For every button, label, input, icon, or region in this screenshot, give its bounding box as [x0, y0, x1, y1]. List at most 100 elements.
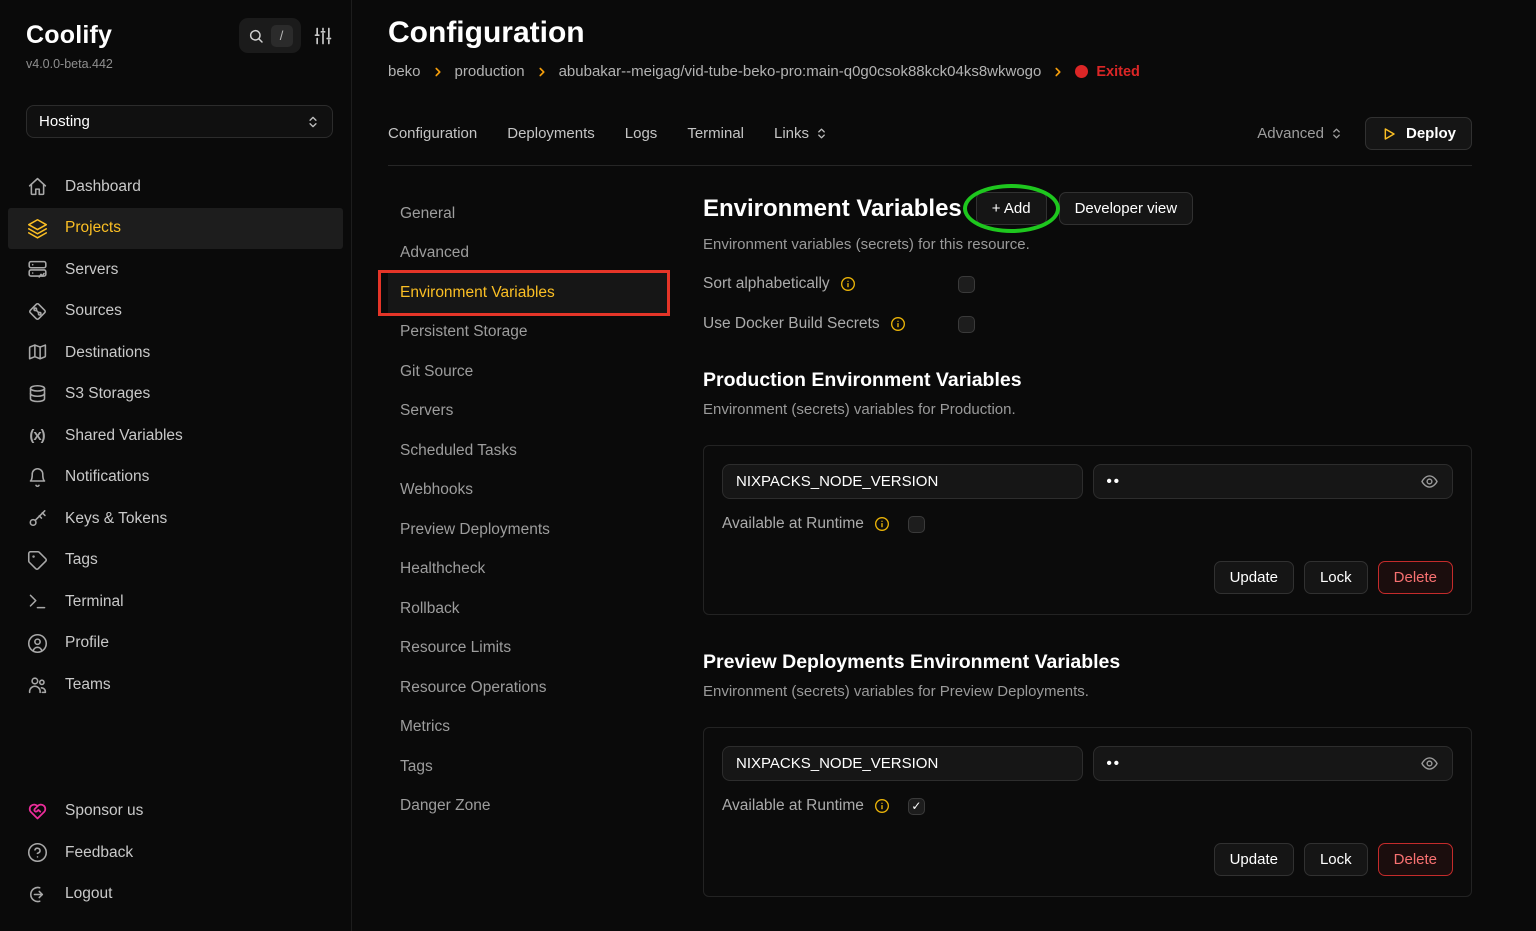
delete-button[interactable]: Delete	[1378, 561, 1453, 594]
runtime-row: Available at Runtime	[722, 515, 1453, 533]
sidebar-item-tags[interactable]: Tags	[8, 540, 343, 582]
env-var-card-production: NIXPACKS_NODE_VERSION •• Available at Ru…	[703, 445, 1472, 615]
update-button[interactable]: Update	[1214, 843, 1294, 876]
users-icon	[26, 674, 48, 695]
tab-links[interactable]: Links	[774, 125, 828, 142]
sidebar-item-projects[interactable]: Projects	[8, 208, 343, 250]
sidebar-item-s3-storages[interactable]: S3 Storages	[8, 374, 343, 416]
slash-key-badge: /	[271, 25, 293, 47]
info-icon	[874, 516, 890, 532]
sidebar-item-destinations[interactable]: Destinations	[8, 332, 343, 374]
sidebar-item-shared-variables[interactable]: (x) Shared Variables	[8, 415, 343, 457]
breadcrumb-resource[interactable]: abubakar--meigag/vid-tube-beko-pro:main-…	[559, 63, 1042, 80]
submenu-item-persistent-storage[interactable]: Persistent Storage	[388, 313, 668, 353]
submenu-item-rollback[interactable]: Rollback	[388, 589, 668, 629]
sidebar-item-servers[interactable]: Servers	[8, 249, 343, 291]
logo-row: Coolify /	[0, 18, 351, 53]
lock-button[interactable]: Lock	[1304, 843, 1368, 876]
panel-header: Environment Variables + Add Developer vi…	[703, 192, 1472, 225]
sidebar-item-terminal[interactable]: Terminal	[8, 581, 343, 623]
variable-icon: (x)	[26, 427, 48, 444]
breadcrumb-team[interactable]: beko	[388, 63, 421, 80]
update-button[interactable]: Update	[1214, 561, 1294, 594]
submenu-item-advanced[interactable]: Advanced	[388, 234, 668, 274]
submenu-item-preview-deployments[interactable]: Preview Deployments	[388, 510, 668, 550]
submenu-item-resource-limits[interactable]: Resource Limits	[388, 629, 668, 669]
card-actions: Update Lock Delete	[722, 561, 1453, 594]
sidebar-item-logout[interactable]: Logout	[8, 874, 343, 916]
submenu-item-servers[interactable]: Servers	[388, 392, 668, 432]
developer-view-button[interactable]: Developer view	[1059, 192, 1194, 225]
env-var-value-input[interactable]: ••	[1093, 746, 1454, 781]
submenu-item-scheduled-tasks[interactable]: Scheduled Tasks	[388, 431, 668, 471]
settings-sliders-icon[interactable]	[313, 26, 333, 46]
submenu-item-environment-variables[interactable]: Environment Variables	[388, 273, 668, 313]
sidebar-item-profile[interactable]: Profile	[8, 623, 343, 665]
sidebar-item-keys-tokens[interactable]: Keys & Tokens	[8, 498, 343, 540]
deploy-button[interactable]: Deploy	[1365, 117, 1472, 150]
status-dot-icon	[1075, 65, 1088, 78]
env-var-name-input[interactable]: NIXPACKS_NODE_VERSION	[722, 464, 1083, 499]
env-var-masked-value: ••	[1107, 473, 1122, 490]
tabs-actions: Advanced Deploy	[1257, 117, 1472, 150]
sidebar-item-label: Teams	[65, 676, 111, 694]
team-selector[interactable]: Hosting	[26, 105, 333, 138]
add-button[interactable]: + Add	[976, 192, 1047, 225]
sidebar-item-teams[interactable]: Teams	[8, 664, 343, 706]
env-var-value-input[interactable]: ••	[1093, 464, 1454, 499]
layers-icon	[26, 218, 48, 239]
team-selector-value: Hosting	[39, 113, 90, 130]
tab-deployments[interactable]: Deployments	[507, 125, 595, 142]
runtime-checkbox[interactable]	[908, 516, 925, 533]
sidebar-item-sources[interactable]: Sources	[8, 291, 343, 333]
tab-configuration[interactable]: Configuration	[388, 125, 477, 142]
heart-hands-icon	[26, 801, 48, 822]
submenu-item-metrics[interactable]: Metrics	[388, 708, 668, 748]
env-var-name-value: NIXPACKS_NODE_VERSION	[736, 755, 938, 772]
app-version: v4.0.0-beta.442	[26, 57, 351, 71]
app-logo: Coolify	[26, 21, 112, 50]
sidebar-item-label: Profile	[65, 634, 109, 652]
docker-build-secrets-checkbox[interactable]	[958, 316, 975, 333]
search-button[interactable]: /	[239, 18, 301, 53]
submenu-item-tags[interactable]: Tags	[388, 747, 668, 787]
eye-icon[interactable]	[1420, 754, 1439, 773]
submenu-item-danger-zone[interactable]: Danger Zone	[388, 787, 668, 827]
submenu-item-healthcheck[interactable]: Healthcheck	[388, 550, 668, 590]
delete-button[interactable]: Delete	[1378, 843, 1453, 876]
sidebar-item-label: Sponsor us	[65, 802, 143, 820]
submenu-item-git-source[interactable]: Git Source	[388, 352, 668, 392]
sidebar-item-feedback[interactable]: Feedback	[8, 832, 343, 874]
info-icon	[874, 798, 890, 814]
sort-alphabetically-checkbox[interactable]	[958, 276, 975, 293]
sidebar-item-dashboard[interactable]: Dashboard	[8, 166, 343, 208]
submenu-item-resource-operations[interactable]: Resource Operations	[388, 668, 668, 708]
key-icon	[26, 508, 48, 529]
submenu-item-general[interactable]: General	[388, 194, 668, 234]
sidebar-item-label: Servers	[65, 261, 118, 279]
sidebar-item-notifications[interactable]: Notifications	[8, 457, 343, 499]
env-var-name-value: NIXPACKS_NODE_VERSION	[736, 473, 938, 490]
info-icon	[840, 276, 856, 292]
tab-terminal[interactable]: Terminal	[687, 125, 744, 142]
eye-icon[interactable]	[1420, 472, 1439, 491]
chevron-updown-icon	[306, 115, 320, 129]
advanced-dropdown-label: Advanced	[1257, 125, 1324, 142]
status-badge: Exited	[1075, 64, 1140, 80]
toggle-label: Sort alphabetically	[703, 275, 830, 293]
submenu-item-webhooks[interactable]: Webhooks	[388, 471, 668, 511]
env-var-name-input[interactable]: NIXPACKS_NODE_VERSION	[722, 746, 1083, 781]
breadcrumb-environment[interactable]: production	[455, 63, 525, 80]
runtime-checkbox[interactable]	[908, 798, 925, 815]
sidebar-item-sponsor[interactable]: Sponsor us	[8, 791, 343, 833]
logout-icon	[26, 884, 48, 905]
tabs-row: Configuration Deployments Logs Terminal …	[388, 117, 1472, 150]
server-icon	[26, 259, 48, 280]
home-icon	[26, 176, 48, 197]
app-sidebar: Coolify / v4.0.0-beta.442 Hosting Dashbo…	[0, 0, 352, 931]
lock-button[interactable]: Lock	[1304, 561, 1368, 594]
tab-logs[interactable]: Logs	[625, 125, 658, 142]
sidebar-item-label: Shared Variables	[65, 427, 183, 445]
advanced-dropdown[interactable]: Advanced	[1257, 125, 1343, 142]
tab-links-label: Links	[774, 125, 809, 142]
